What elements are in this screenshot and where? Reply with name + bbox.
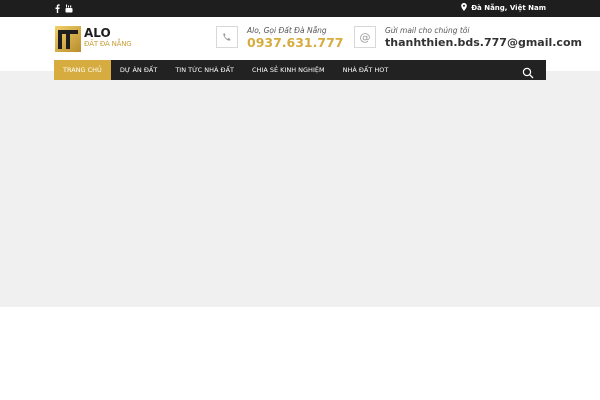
logo-mark-icon	[55, 26, 81, 52]
main-content-area	[0, 71, 600, 307]
facebook-icon[interactable]	[52, 3, 62, 14]
logo-subtitle: ĐẤT ĐÀ NẴNG	[84, 40, 132, 48]
location-text: Đà Nẵng, Việt Nam	[471, 4, 546, 12]
phone-icon	[216, 26, 238, 48]
map-pin-icon	[461, 3, 467, 13]
logo-title: ALO	[84, 26, 111, 40]
location-info: Đà Nẵng, Việt Nam	[461, 3, 546, 13]
nav-item-home[interactable]: TRANG CHỦ	[54, 60, 111, 80]
youtube-icon[interactable]	[64, 3, 74, 14]
mail-label: Gửi mail cho chúng tôi	[385, 26, 470, 35]
nav-item-experience[interactable]: CHIA SẺ KINH NGHIỆM	[243, 60, 334, 80]
site-logo[interactable]: ALO ĐẤT ĐÀ NẴNG	[55, 26, 145, 52]
at-sign-icon: @	[354, 26, 376, 48]
top-bar: Đà Nẵng, Việt Nam	[0, 0, 600, 17]
nav-item-projects[interactable]: DỰ ÁN ĐẤT	[111, 60, 166, 80]
search-icon[interactable]	[522, 64, 534, 79]
email-link[interactable]: thanhthien.bds.777@gmail.com	[385, 36, 582, 49]
main-navigation: TRANG CHỦ DỰ ÁN ĐẤT TIN TỨC NHÀ ĐẤT CHIA…	[54, 60, 546, 80]
nav-item-news[interactable]: TIN TỨC NHÀ ĐẤT	[166, 60, 243, 80]
nav-item-hot[interactable]: NHÀ ĐẤT HOT	[334, 60, 398, 80]
phone-label: Alo, Gọi Đất Đà Nẵng	[247, 26, 327, 35]
phone-number-link[interactable]: 0937.631.777	[247, 35, 343, 50]
